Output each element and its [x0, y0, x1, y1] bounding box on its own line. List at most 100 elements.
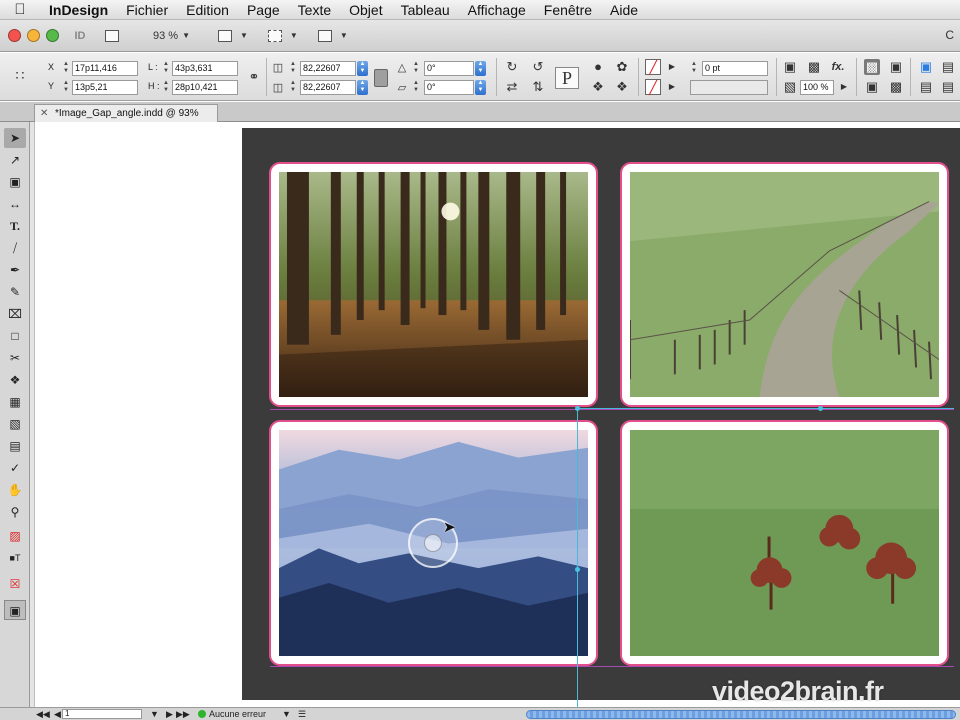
y-field[interactable]: 13p5,21	[72, 80, 138, 95]
shear-field[interactable]: 0°	[424, 80, 474, 95]
gradient-feather-tool-icon[interactable]: ▧	[4, 414, 26, 434]
preflight-status[interactable]: Aucune erreur	[209, 709, 266, 719]
screen-mode-dropdown-icon[interactable]: ▼	[290, 31, 298, 40]
zoom-tool-icon[interactable]: ⚲	[4, 502, 26, 522]
distribute-icon[interactable]: ▤	[918, 79, 934, 95]
preflight-dropdown-icon[interactable]: ▼	[282, 709, 291, 719]
gradient-swatch-tool-icon[interactable]: ▦	[4, 392, 26, 412]
constrain-proportions-icon[interactable]: ⚭	[246, 69, 262, 85]
hand-tool-icon[interactable]: ✋	[4, 480, 26, 500]
view-options-dropdown-icon[interactable]: ▼	[240, 31, 248, 40]
first-page-icon[interactable]: ◀◀	[36, 709, 50, 720]
fill-dropdown-icon[interactable]: ▶	[664, 59, 680, 75]
reference-point-icon[interactable]: ∷	[12, 67, 28, 83]
arrange-dropdown-icon[interactable]: ▼	[340, 31, 348, 40]
x-field[interactable]: 17p11,416	[72, 61, 138, 76]
stroke-weight-stepper[interactable]: ▲ ▼	[690, 61, 698, 76]
previous-page-icon[interactable]: ◀	[54, 709, 61, 720]
width-stepper[interactable]: ▲ ▼	[162, 61, 170, 76]
select-next-icon[interactable]: ❖	[614, 79, 630, 95]
scale-y-dropdown[interactable]: ▲ ▼	[357, 80, 368, 95]
scissors-tool-icon[interactable]: ✂	[4, 348, 26, 368]
page-tool-icon[interactable]: ▣	[4, 172, 26, 192]
zoom-level[interactable]: 93 %	[153, 30, 178, 42]
menu-edition[interactable]: Edition	[177, 2, 238, 18]
image-frame-meadow-trees[interactable]	[620, 420, 949, 666]
opacity-dropdown-icon[interactable]: ▶	[836, 79, 852, 95]
line-tool-icon[interactable]: ⧸	[4, 238, 26, 258]
bridge-icon[interactable]: ID	[69, 26, 91, 46]
document-tab[interactable]: ✕ *Image_Gap_angle.indd @ 93%	[34, 104, 218, 122]
stroke-swatch-icon[interactable]: ╱	[645, 79, 661, 95]
menu-texte[interactable]: Texte	[289, 2, 340, 18]
gap-handle[interactable]	[575, 567, 580, 572]
rotate-ccw-icon[interactable]: ↺	[530, 59, 546, 75]
menu-tableau[interactable]: Tableau	[392, 2, 459, 18]
menu-fenetre[interactable]: Fenêtre	[535, 2, 601, 18]
height-stepper[interactable]: ▲ ▼	[162, 80, 170, 95]
gap-handle[interactable]	[818, 406, 823, 411]
panel-menu-icon[interactable]: ▤	[940, 79, 956, 95]
screen-mode-icon[interactable]	[264, 26, 286, 46]
scale-x-stepper[interactable]: ▲ ▼	[289, 61, 297, 76]
workspace-switcher[interactable]: C	[945, 28, 954, 42]
gap-tool-icon[interactable]: ↔	[4, 194, 26, 214]
stroke-weight-field[interactable]: 0 pt	[702, 61, 768, 76]
menu-page[interactable]: Page	[238, 2, 289, 18]
zoom-dropdown-icon[interactable]: ▼	[182, 31, 190, 40]
select-container-icon[interactable]: ●	[590, 59, 606, 75]
effects-shadow-icon[interactable]: ▩	[806, 59, 822, 75]
screen-mode-tool-icon[interactable]: ▣	[4, 600, 26, 620]
image-frame-path[interactable]	[620, 162, 949, 407]
image-frame-forest[interactable]	[269, 162, 598, 407]
select-content-icon[interactable]: ✿	[614, 59, 630, 75]
menu-aide[interactable]: Aide	[601, 2, 647, 18]
close-window-button[interactable]	[8, 29, 21, 42]
scale-x-field[interactable]: 82,22607	[300, 61, 356, 76]
direct-selection-tool-icon[interactable]: ↗	[4, 150, 26, 170]
flip-vertical-icon[interactable]: ⇅	[530, 79, 546, 95]
path-icon[interactable]: P	[555, 67, 579, 89]
flip-horizontal-icon[interactable]: ⇄	[504, 79, 520, 95]
scale-x-dropdown[interactable]: ▲ ▼	[357, 61, 368, 76]
scale-y-stepper[interactable]: ▲ ▼	[289, 80, 297, 95]
constrain-scale-icon[interactable]	[374, 69, 388, 87]
pencil-tool-icon[interactable]: ✎	[4, 282, 26, 302]
selection-tool-icon[interactable]: ➤	[4, 128, 26, 148]
align-icon[interactable]: ▤	[940, 59, 956, 75]
rotate-cw-icon[interactable]: ↻	[504, 59, 520, 75]
drop-shadow-icon[interactable]: ▣	[782, 59, 798, 75]
effects-fx-icon[interactable]: fx.	[830, 59, 846, 75]
menu-fichier[interactable]: Fichier	[117, 2, 177, 18]
menu-objet[interactable]: Objet	[340, 2, 391, 18]
open-folder-icon[interactable]: ☰	[298, 709, 306, 720]
shear-stepper[interactable]: ▲ ▼	[412, 80, 420, 95]
apply-none-icon[interactable]: ☒	[4, 574, 26, 594]
pen-tool-icon[interactable]: ✒	[4, 260, 26, 280]
next-page-icon[interactable]: ▶	[166, 709, 173, 720]
auto-fit-icon[interactable]: ▣	[918, 59, 934, 75]
apple-icon[interactable]: 	[0, 1, 40, 18]
fit-frame-to-content-icon[interactable]: ▩	[864, 59, 880, 75]
free-transform-tool-icon[interactable]: ❖	[4, 370, 26, 390]
rotate-dropdown[interactable]: ▲ ▼	[475, 61, 486, 76]
note-tool-icon[interactable]: ▤	[4, 436, 26, 456]
stroke-dropdown-icon[interactable]: ▶	[664, 79, 680, 95]
fill-frame-proportionally-icon[interactable]: ▩	[888, 79, 904, 95]
width-field[interactable]: 43p3,631	[172, 61, 238, 76]
select-previous-icon[interactable]: ❖	[590, 79, 606, 95]
fill-stroke-swatch-icon[interactable]: ▨	[4, 526, 26, 546]
mini-bridge-icon[interactable]	[101, 26, 123, 46]
eyedropper-tool-icon[interactable]: ✓	[4, 458, 26, 478]
shear-dropdown[interactable]: ▲ ▼	[475, 80, 486, 95]
height-field[interactable]: 28p10,421	[172, 80, 238, 95]
type-tool-icon[interactable]: T.	[4, 216, 26, 236]
center-content-icon[interactable]: ▣	[864, 79, 880, 95]
minimize-window-button[interactable]	[27, 29, 40, 42]
gap-handle[interactable]	[575, 406, 580, 411]
opacity-field[interactable]: 100 %	[800, 80, 834, 95]
zoom-window-button[interactable]	[46, 29, 59, 42]
close-tab-icon[interactable]: ✕	[40, 105, 48, 122]
fill-swatch-icon[interactable]: ╱	[645, 59, 661, 75]
default-colors-icon[interactable]: ■T	[4, 548, 26, 568]
